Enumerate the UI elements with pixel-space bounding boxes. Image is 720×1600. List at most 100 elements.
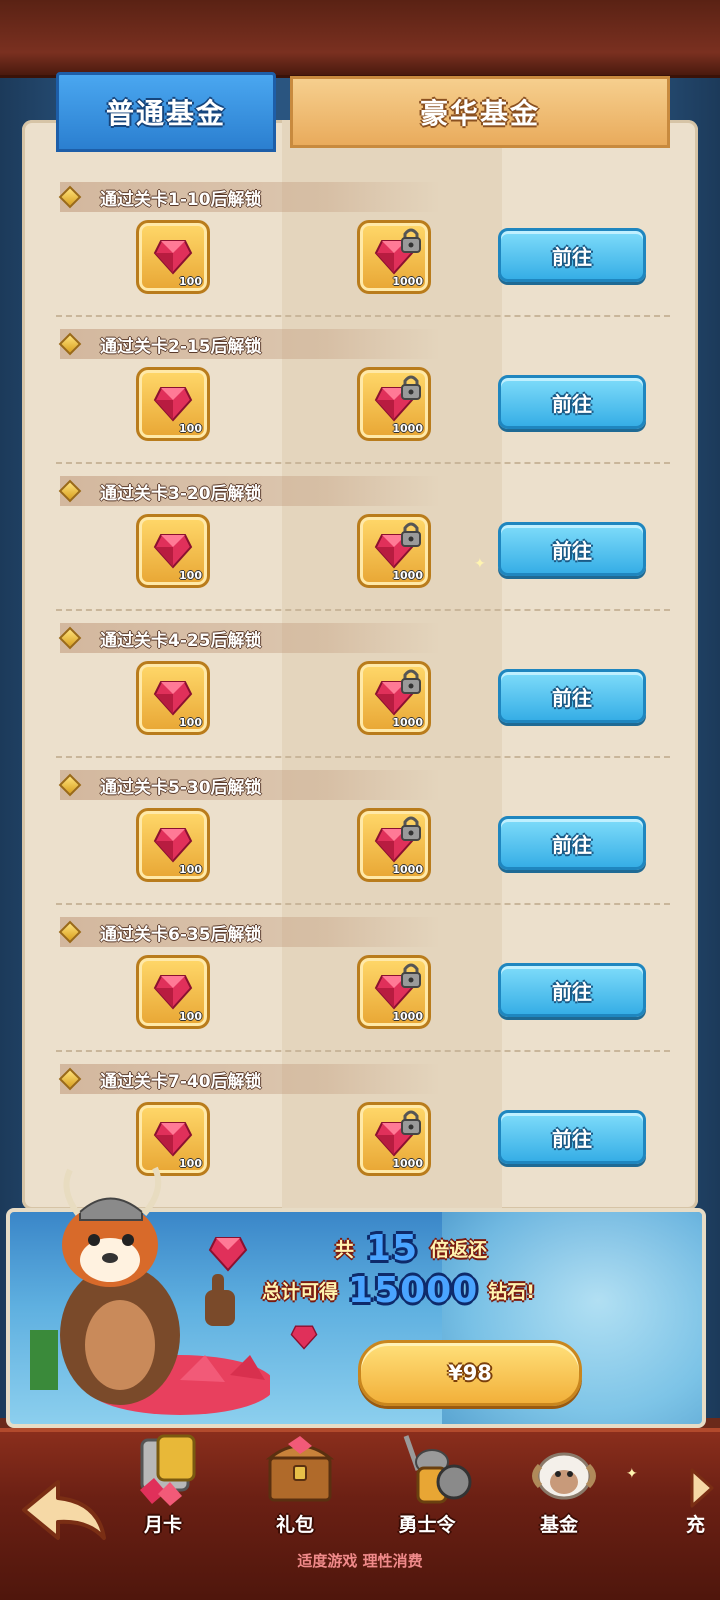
nav-label-fund: 基金 (539, 1514, 578, 1536)
gem-icon (153, 828, 193, 863)
deluxe-reward-gem[interactable]: 1000 (357, 661, 431, 735)
diamond-bullet-icon (58, 920, 82, 944)
go-button[interactable]: 前往 (498, 228, 646, 282)
reward-amount: 100 (179, 422, 202, 435)
row-title-bar: 通过关卡4-25后解锁 (58, 623, 440, 653)
diamond-bullet-icon (58, 1067, 82, 1091)
basic-reward-gem[interactable]: 100 (136, 220, 210, 294)
reward-amount: 100 (179, 569, 202, 582)
gem-icon (208, 1237, 248, 1272)
promo-total-suffix: 钻石! (488, 1281, 535, 1303)
buy-button[interactable]: ¥98 (358, 1340, 582, 1406)
deluxe-reward-gem[interactable]: 1000 (357, 1102, 431, 1176)
fund-ram-icon (532, 1452, 596, 1500)
reward-amount: 1000 (392, 569, 423, 582)
promo-total: 15000 (348, 1270, 479, 1311)
reward-row: 通过关卡1-10后解锁 100 1000 前往 (0, 170, 720, 317)
month-card-icon (140, 1434, 196, 1506)
gem-icon (153, 387, 193, 422)
gem-icon (153, 681, 193, 716)
lock-icon (401, 963, 421, 988)
reward-row: 通过关卡3-20后解锁 100 1000 前往 (0, 464, 720, 611)
nav-label-warrior-pass: 勇士令 (398, 1514, 456, 1536)
reward-row: 通过关卡4-25后解锁 100 1000 前往 (0, 611, 720, 758)
promo-multiplier-suffix: 倍返还 (430, 1239, 488, 1261)
go-button[interactable]: 前往 (498, 669, 646, 723)
row-title-bar: 通过关卡5-30后解锁 (58, 770, 440, 800)
sparkle-icon: ✦ (474, 556, 486, 572)
row-title-bar: 通过关卡3-20后解锁 (58, 476, 440, 506)
deluxe-reward-gem[interactable]: 1000 (357, 808, 431, 882)
footer-notice: 适度游戏 理性消费 (297, 1552, 423, 1570)
deluxe-reward-gem[interactable]: 1000 (357, 220, 431, 294)
lock-icon (401, 375, 421, 400)
promo-total-line: 总计可得 15000 钻石! (262, 1270, 535, 1311)
nav-month-card[interactable]: 月卡 (108, 1430, 218, 1540)
unlock-condition: 通过关卡6-35后解锁 (100, 924, 262, 945)
lock-icon (401, 669, 421, 694)
go-button[interactable]: 前往 (498, 375, 646, 429)
reward-amount: 100 (179, 716, 202, 729)
warrior-pass-icon (403, 1435, 472, 1504)
deluxe-reward-gem[interactable]: 1000 (357, 955, 431, 1029)
reward-row: 通过关卡2-15后解锁 100 1000 前往 (0, 317, 720, 464)
promo-multiplier-line: 共 15 倍返还 (335, 1228, 487, 1269)
deluxe-reward-gem[interactable]: 1000 (357, 367, 431, 441)
nav-fund[interactable]: 基金 (504, 1430, 614, 1540)
lock-icon (401, 228, 421, 253)
reward-amount: 1000 (392, 275, 423, 288)
go-button[interactable]: 前往 (498, 1110, 646, 1164)
unlock-condition: 通过关卡1-10后解锁 (100, 189, 262, 210)
promo-prefix: 共 (335, 1239, 355, 1261)
nav-warrior-pass[interactable]: 勇士令 (372, 1430, 482, 1540)
basic-reward-gem[interactable]: 100 (136, 514, 210, 588)
unlock-condition: 通过关卡7-40后解锁 (100, 1071, 262, 1092)
go-button[interactable]: 前往 (498, 522, 646, 576)
gift-chest-icon (265, 1436, 335, 1502)
top-curtain (0, 0, 720, 78)
chevron-right-icon[interactable] (688, 1468, 716, 1508)
lock-icon (401, 1110, 421, 1135)
basic-reward-gem[interactable]: 100 (136, 955, 210, 1029)
nav-label-month-card: 月卡 (143, 1514, 182, 1536)
reward-amount: 1000 (392, 422, 423, 435)
sparkle-icon: ✦ (626, 1466, 638, 1482)
row-title-bar: 通过关卡7-40后解锁 (58, 1064, 440, 1094)
basic-reward-gem[interactable]: 100 (136, 367, 210, 441)
go-button[interactable]: 前往 (498, 963, 646, 1017)
reward-amount: 1000 (392, 1010, 423, 1023)
basic-reward-gem[interactable]: 100 (136, 808, 210, 882)
reward-amount: 100 (179, 1010, 202, 1023)
unlock-condition: 通过关卡4-25后解锁 (100, 630, 262, 651)
diamond-bullet-icon (58, 185, 82, 209)
basic-reward-gem[interactable]: 100 (136, 661, 210, 735)
row-title-bar: 通过关卡1-10后解锁 (58, 182, 440, 212)
lock-icon (401, 816, 421, 841)
tab-deluxe-fund[interactable]: 豪华基金 (290, 76, 670, 148)
diamond-bullet-icon (58, 626, 82, 650)
reward-amount: 100 (179, 275, 202, 288)
nav-label-gift-pack: 礼包 (275, 1514, 314, 1536)
gem-icon (153, 534, 193, 569)
gem-icon (153, 975, 193, 1010)
reward-amount: 1000 (392, 863, 423, 876)
gem-icon (153, 240, 193, 275)
tab-normal-fund[interactable]: 普通基金 (56, 72, 276, 152)
diamond-bullet-icon (58, 773, 82, 797)
reward-row: 通过关卡5-30后解锁 100 1000 前往 (0, 758, 720, 905)
reward-amount: 1000 (392, 716, 423, 729)
diamond-bullet-icon (58, 479, 82, 503)
deluxe-reward-gem[interactable]: 1000 (357, 514, 431, 588)
unlock-condition: 通过关卡5-30后解锁 (100, 777, 262, 798)
go-button[interactable]: 前往 (498, 816, 646, 870)
reward-amount: 100 (179, 863, 202, 876)
back-arrow-icon[interactable] (18, 1476, 108, 1546)
nav-label-partial: 充 (686, 1514, 706, 1536)
nav-gift-pack[interactable]: 礼包 (240, 1430, 350, 1540)
lock-icon (401, 522, 421, 547)
promo-multiplier: 15 (366, 1228, 419, 1269)
row-title-bar: 通过关卡6-35后解锁 (58, 917, 440, 947)
promo-total-prefix: 总计可得 (262, 1281, 339, 1303)
reward-row: 通过关卡6-35后解锁 100 1000 前往 (0, 905, 720, 1052)
unlock-condition: 通过关卡2-15后解锁 (100, 336, 262, 357)
